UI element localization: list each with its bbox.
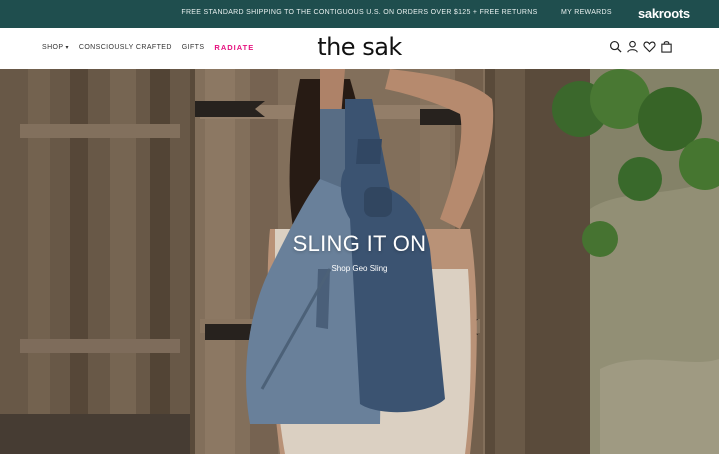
search-icon[interactable] [609,40,622,53]
my-rewards-link[interactable]: MY REWARDS [561,9,612,16]
site-header: SHOP ▾ CONSCIOUSLY CRAFTED GIFTS RADIATE… [0,28,719,68]
shop-geo-sling-link[interactable]: Shop Geo Sling [0,264,719,273]
header-icons [609,40,677,53]
wishlist-icon[interactable] [643,40,656,53]
bag-icon[interactable] [660,40,673,53]
promo-bar: FREE STANDARD SHIPPING TO THE CONTIGUOUS… [0,0,719,28]
hero-image [0,69,719,454]
hero-title: SLING IT ON [292,231,427,256]
sakroots-logo[interactable]: sakroots [638,6,690,21]
account-icon[interactable] [626,40,639,53]
hero-banner[interactable]: SLING IT ON Shop Geo Sling [0,69,719,454]
